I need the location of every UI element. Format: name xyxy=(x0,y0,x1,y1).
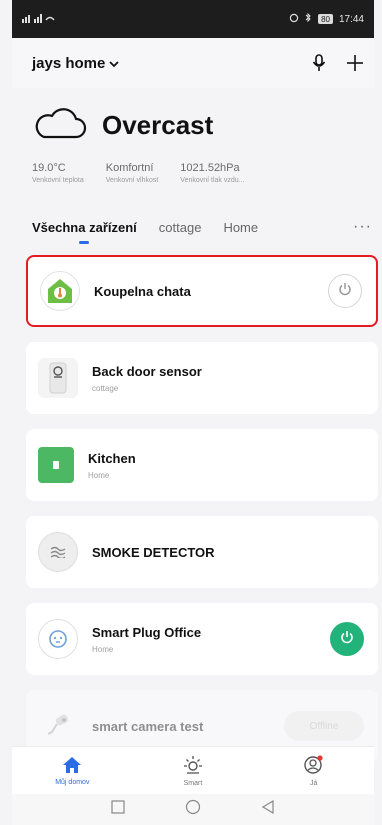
microphone-icon[interactable] xyxy=(312,54,326,72)
door-sensor-icon xyxy=(38,358,78,398)
stat-label: Venkovní vlhkost xyxy=(105,177,159,184)
nav-my-home[interactable]: Můj domov xyxy=(32,756,112,786)
status-left xyxy=(22,13,56,26)
device-room: Home xyxy=(92,644,114,654)
device-text: Back door sensor cottage xyxy=(92,364,202,393)
recent-apps-icon[interactable] xyxy=(111,800,125,819)
status-right: 80 17:44 xyxy=(289,12,364,26)
device-name: smart camera test xyxy=(92,718,204,734)
stat-humidity: Komfortní Venkovní vlhkost xyxy=(106,162,159,184)
tab-cottage[interactable]: cottage xyxy=(159,220,202,235)
offline-badge: Offline xyxy=(284,711,364,741)
smoke-detector-icon xyxy=(38,532,78,572)
stat-value: 19.0°C xyxy=(32,162,66,174)
system-nav-bar xyxy=(12,794,374,825)
alarm-icon xyxy=(289,13,299,26)
device-text: Kitchen Home xyxy=(88,451,136,480)
device-card[interactable]: Back door sensor cottage xyxy=(26,342,378,414)
power-button[interactable] xyxy=(330,622,364,656)
device-card[interactable]: SMOKE DETECTOR xyxy=(26,516,378,588)
thermostat-icon xyxy=(40,271,80,311)
tab-all-devices[interactable]: Všechna zařízení xyxy=(32,220,137,235)
bluetooth-icon xyxy=(305,12,312,26)
home-icon xyxy=(62,756,82,776)
weather-condition: Overcast xyxy=(102,109,214,140)
tab-home[interactable]: Home xyxy=(223,220,258,235)
device-list: Koupelna chata Back door sensor cottage xyxy=(26,255,378,777)
device-room: Home xyxy=(88,470,110,480)
device-card[interactable]: Kitchen Home xyxy=(26,429,378,501)
device-text: Smart Plug Office Home xyxy=(92,625,201,654)
nav-label: Můj domov xyxy=(55,778,90,786)
device-name: Smart Plug Office xyxy=(92,624,202,640)
cloud-icon xyxy=(32,106,88,145)
device-name: Koupelna chata xyxy=(94,283,191,299)
battery-icon: 80 xyxy=(318,14,333,24)
profile-icon xyxy=(303,754,325,777)
header-actions xyxy=(312,54,364,72)
device-name: Kitchen xyxy=(88,450,136,466)
weather-stats: 19.0°C Venkovní teplota Komfortní Venkov… xyxy=(32,162,362,184)
device-card[interactable]: Koupelna chata xyxy=(26,255,378,327)
stat-pressure: 1021.52hPa Venkovní tlak vzdu... xyxy=(180,162,244,184)
nav-label: Já xyxy=(309,779,318,787)
nav-label: Smart xyxy=(183,779,203,787)
room-tabs: Všechna zařízení cottage Home ··· xyxy=(32,218,372,236)
device-name: SMOKE DETECTOR xyxy=(92,544,215,560)
device-room: cottage xyxy=(92,383,119,393)
plus-icon[interactable] xyxy=(346,54,364,72)
stat-value: 1021.52hPa xyxy=(180,162,240,174)
nav-me[interactable]: Já xyxy=(274,754,354,787)
weather-main: Overcast xyxy=(32,100,362,150)
home-name: jays home xyxy=(32,54,106,72)
weather-panel[interactable]: Overcast 19.0°C Venkovní teplota Komfort… xyxy=(32,100,362,184)
header: jays home xyxy=(12,38,374,88)
stat-temperature: 19.0°C Venkovní teplota xyxy=(32,162,84,184)
device-text: SMOKE DETECTOR xyxy=(92,545,215,560)
sun-icon xyxy=(183,755,203,777)
camera-icon xyxy=(38,706,78,746)
power-icon xyxy=(338,282,352,301)
more-tabs-button[interactable]: ··· xyxy=(353,218,372,236)
stat-value: Komfortní xyxy=(105,162,154,174)
home-circle-icon[interactable] xyxy=(185,799,201,820)
device-text: smart camera test xyxy=(92,719,203,734)
power-button[interactable] xyxy=(328,274,362,308)
signal-icon xyxy=(22,13,56,26)
back-icon[interactable] xyxy=(261,799,275,819)
bottom-nav: Můj domov Smart Já xyxy=(12,746,374,794)
switch-icon xyxy=(38,447,74,483)
app-screen: 80 17:44 jays home Overcast 19.0°C Venko… xyxy=(0,0,382,825)
home-selector[interactable]: jays home xyxy=(32,54,120,72)
device-text: Koupelna chata xyxy=(94,284,191,299)
stat-label: Venkovní tlak vzdu... xyxy=(180,177,245,184)
device-card[interactable]: Smart Plug Office Home xyxy=(26,603,378,675)
stat-label: Venkovní teplota xyxy=(32,177,84,184)
clock: 17:44 xyxy=(338,13,364,25)
status-bar: 80 17:44 xyxy=(12,0,374,38)
power-icon xyxy=(340,630,354,649)
plug-icon xyxy=(38,619,78,659)
device-name: Back door sensor xyxy=(92,363,202,379)
nav-smart[interactable]: Smart xyxy=(153,755,233,787)
chevron-down-icon xyxy=(109,55,120,72)
